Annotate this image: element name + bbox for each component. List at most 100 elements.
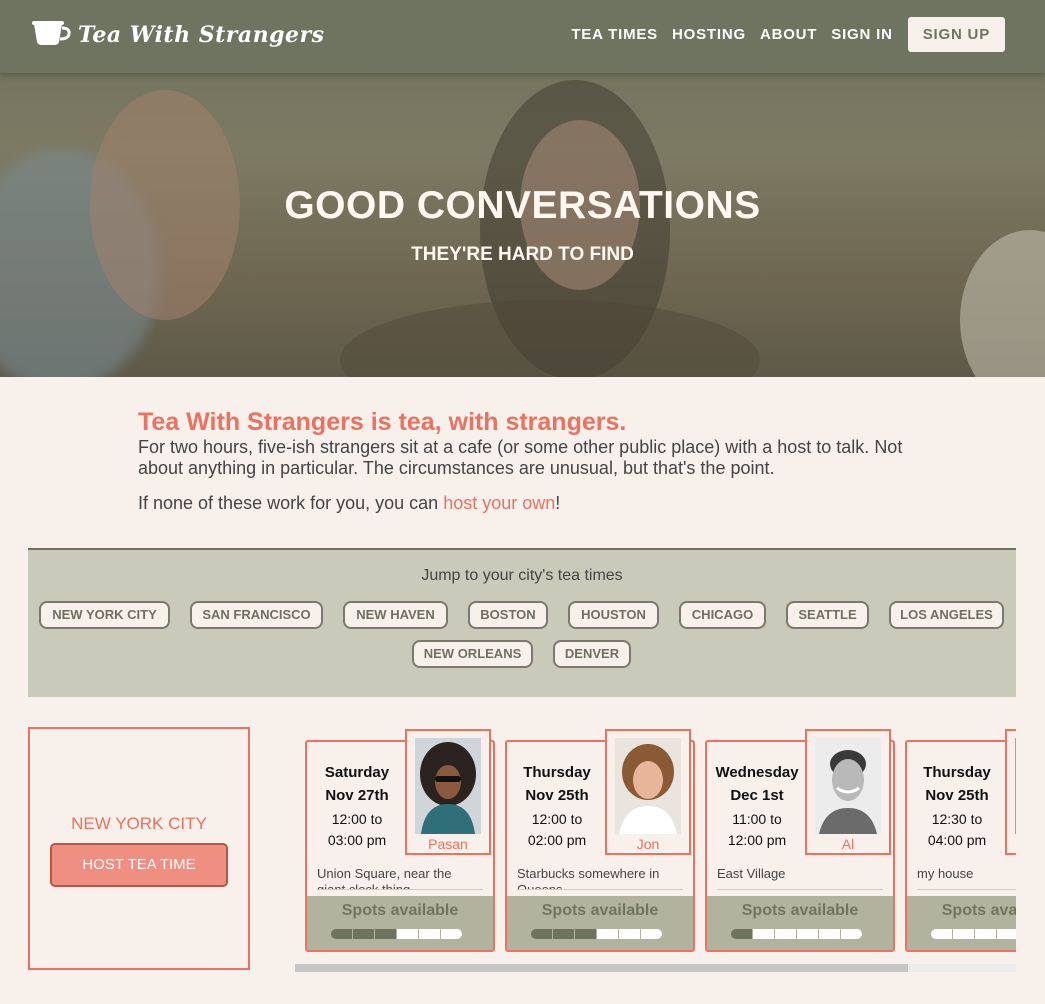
tea-time-location: East Village [717,866,883,890]
spot-open [931,929,952,939]
tea-time-end: 04:00 pm [927,832,987,848]
tea-time-card[interactable]: Thursday Nov 25th 12:00 to 02:00 pm Star… [505,729,695,952]
spot-open [841,929,862,939]
host-photo [615,738,681,834]
nav-about[interactable]: ABOUT [760,26,817,43]
host-name: Jon [636,836,660,852]
host-card[interactable]: Al [805,729,891,855]
spots-bar: Spots available [907,896,1016,950]
city-pill-los-angeles[interactable]: LOS ANGELES [889,601,1004,629]
tea-time-day: Wednesday [715,764,799,781]
spot-taken [353,929,374,939]
city-jump-label: Jump to your city's tea times [421,567,623,584]
city-pill-new-haven[interactable]: NEW HAVEN [343,601,448,629]
tea-time-card[interactable]: Saturday Nov 27th 12:00 to 03:00 pm Unio… [305,729,495,952]
spot-open [753,929,774,939]
spots-label: Spots available [941,902,1016,919]
tea-time-date: Nov 27th [325,787,389,804]
tea-time-start: 12:00 to [331,811,383,827]
tea-time-date: Nov 25th [925,787,989,804]
host-name: Al [841,836,855,852]
spot-open [797,929,818,939]
spot-open [997,929,1016,939]
nav-hosting[interactable]: HOSTING [672,26,746,43]
host-your-own-link[interactable]: host your own [443,493,555,513]
nav-tea-times[interactable]: TEA TIMES [571,26,658,43]
host-photo [815,738,881,834]
city-jump-bar: Jump to your city's tea times NEW YORK C… [28,548,1016,697]
spots-bar: Spots available [707,896,893,950]
teacup-icon [32,18,72,52]
host-card[interactable]: Pasan [405,729,491,855]
spot-open [641,929,662,939]
spot-open [397,929,418,939]
tea-time-card[interactable]: Wednesday Dec 1st 11:00 to 12:00 pm East… [705,729,895,952]
spot-open [953,929,974,939]
intro-body: For two hours, five-ish strangers sit at… [138,437,903,478]
host-name: Pasan [428,836,468,852]
nav-sign-in[interactable]: SIGN IN [831,26,892,43]
spot-open [441,929,462,939]
city-pill-new-orleans[interactable]: NEW ORLEANS [412,640,533,668]
spots-label: Spots available [741,902,859,919]
city-panel: NEW YORK CITY HOST TEA TIME [28,727,250,970]
city-pill-seattle[interactable]: SEATTLE [786,601,869,629]
top-navbar: Tea With Strangers TEA TIMES HOSTING ABO… [0,0,1045,73]
tea-times-carousel[interactable]: Saturday Nov 27th 12:00 to 03:00 pm Unio… [295,727,1016,973]
hero-title: GOOD CONVERSATIONS [284,184,761,227]
spot-taken [331,929,352,939]
spot-taken [531,929,552,939]
tea-time-date: Dec 1st [730,787,784,804]
city-pill-houston[interactable]: HOUSTON [568,601,659,629]
hero-subtitle: THEY'RE HARD TO FIND [411,244,634,265]
city-panel-name: NEW YORK CITY [71,814,207,833]
spot-taken [575,929,596,939]
spots-bar: Spots available [507,896,693,950]
carousel-scrollbar[interactable] [295,964,1016,972]
host-your-own-line: If none of these work for you, you can h… [138,493,918,514]
spot-open [597,929,618,939]
tea-time-end: 03:00 pm [327,832,387,848]
tea-time-card[interactable]: Thursday Nov 25th 12:30 to 04:00 pm my h… [905,729,1016,952]
host-tea-time-button[interactable]: HOST TEA TIME [50,843,228,887]
tea-time-location: my house [917,866,1016,890]
carousel-scrollbar-thumb[interactable] [295,964,908,972]
tea-time-end: 12:00 pm [727,832,787,848]
spot-open [819,929,840,939]
tea-time-day: Saturday [324,764,390,781]
tea-time-start: 12:30 to [931,811,983,827]
spots-label: Spots available [541,902,659,919]
spot-taken [553,929,574,939]
host-card[interactable] [1005,729,1016,855]
host-photo [1015,738,1016,834]
spot-open [619,929,640,939]
spot-taken [375,929,396,939]
host-suffix: ! [555,493,561,513]
spots-bar: Spots available [307,896,493,950]
city-pill-chicago[interactable]: CHICAGO [679,601,766,629]
tea-time-end: 02:00 pm [527,832,587,848]
main-nav: TEA TIMES HOSTING ABOUT SIGN IN SIGN UP [557,17,1005,52]
spot-open [419,929,440,939]
intro-section: Tea With Strangers is tea, with stranger… [138,408,918,514]
tea-time-day: Thursday [523,764,591,781]
sign-up-button[interactable]: SIGN UP [907,17,1005,52]
host-prefix: If none of these work for you, you can [138,493,444,513]
intro-heading: Tea With Strangers is tea, with stranger… [138,408,627,436]
logo[interactable]: Tea With Strangers [32,18,325,52]
spots-label: Spots available [341,902,459,919]
city-pill-new-york-city[interactable]: NEW YORK CITY [39,601,170,629]
tea-time-start: 11:00 to [732,811,782,827]
city-pill-boston[interactable]: BOSTON [468,601,548,629]
tea-time-location: Union Square, near the giant clock thing [317,866,483,890]
hero-photo-shape [340,300,760,377]
city-pill-san-francisco[interactable]: SAN FRANCISCO [190,601,323,629]
tea-time-start: 12:00 to [531,811,583,827]
city-pill-denver[interactable]: DENVER [553,640,631,668]
host-card[interactable]: Jon [605,729,691,855]
spot-taken [731,929,752,939]
spot-open [775,929,796,939]
tea-time-location: Starbucks somewhere in Queens [517,866,683,890]
spot-open [975,929,996,939]
tea-time-day: Thursday [923,764,991,781]
